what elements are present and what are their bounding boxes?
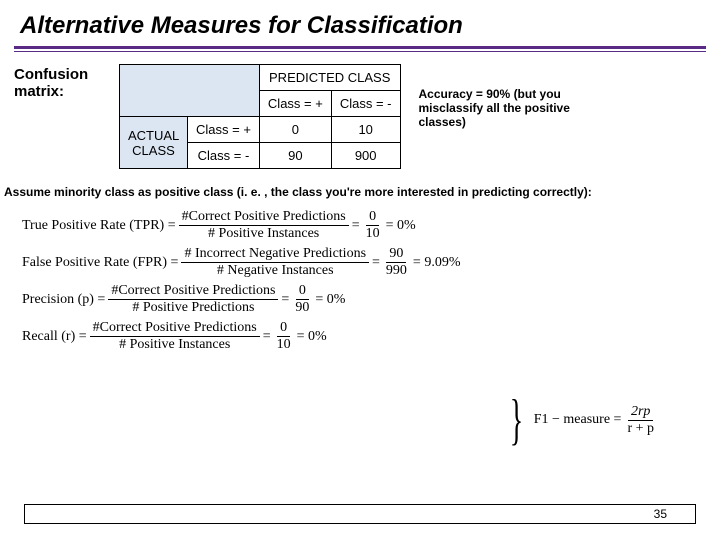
equations-block: True Positive Rate (TPR) = #Correct Posi…: [0, 205, 720, 361]
eq-fpr-label: False Positive Rate (FPR) =: [22, 255, 178, 271]
cm-predicted-header: PREDICTED CLASS: [259, 65, 400, 91]
eq-tpr: True Positive Rate (TPR) = #Correct Posi…: [22, 209, 710, 242]
cm-blank-corner: [120, 65, 260, 117]
brace-icon: }: [510, 402, 523, 438]
cm-actual-header: ACTUAL CLASS: [120, 117, 188, 169]
accuracy-note: Accuracy = 90% (but you misclassify all …: [419, 88, 594, 129]
eq-tpr-result: = 0%: [386, 218, 416, 234]
cm-cell-fp: 90: [259, 143, 331, 169]
eq-precision-label: Precision (p) =: [22, 292, 105, 308]
eq-recall-den2: 10: [274, 337, 294, 353]
eq-recall-result: = 0%: [297, 329, 327, 345]
eq-tpr-den2: 10: [363, 226, 383, 242]
title-divider-thick: [14, 46, 706, 49]
eq-recall: Recall (r) = #Correct Positive Predictio…: [22, 320, 710, 353]
confusion-matrix-table: PREDICTED CLASS Class = + Class = - ACTU…: [119, 64, 401, 169]
cm-row-header-pos: Class = +: [188, 117, 260, 143]
cm-cell-tp: 0: [259, 117, 331, 143]
page-number: 35: [654, 507, 667, 521]
eq-fpr-num1: # Incorrect Negative Predictions: [181, 246, 369, 263]
eq-precision: Precision (p) = #Correct Positive Predic…: [22, 283, 710, 316]
eq-fpr-result: = 9.09%: [413, 255, 461, 271]
footer-bar: 35: [24, 504, 696, 524]
eq-tpr-num2: 0: [366, 209, 379, 226]
eq-tpr-den1: # Positive Instances: [205, 226, 322, 242]
title-divider-thin: [14, 51, 706, 52]
eq-fpr-num2: 90: [386, 246, 406, 263]
cm-row-header-neg: Class = -: [188, 143, 260, 169]
eq-tpr-label: True Positive Rate (TPR) =: [22, 218, 176, 234]
eq-f1: } F1 − measure = 2rp r + p: [499, 402, 660, 438]
slide-title: Alternative Measures for Classification: [0, 0, 720, 46]
eq-tpr-num1: #Correct Positive Predictions: [179, 209, 349, 226]
eq-fpr: False Positive Rate (FPR) = # Incorrect …: [22, 246, 710, 279]
eq-f1-label: F1 − measure =: [534, 412, 622, 428]
cm-col-header-pos: Class = +: [259, 91, 331, 117]
eq-precision-den1: # Positive Predictions: [129, 300, 257, 316]
eq-recall-den1: # Positive Instances: [116, 337, 233, 353]
eq-recall-label: Recall (r) =: [22, 329, 87, 345]
assume-text: Assume minority class as positive class …: [0, 169, 720, 205]
eq-fpr-den1: # Negative Instances: [214, 263, 337, 279]
cm-col-header-neg: Class = -: [331, 91, 400, 117]
eq-precision-num1: #Correct Positive Predictions: [108, 283, 278, 300]
confusion-matrix-row: Confusion matrix: PREDICTED CLASS Class …: [0, 64, 720, 169]
confusion-matrix-label: Confusion matrix:: [14, 64, 119, 100]
eq-precision-num2: 0: [296, 283, 309, 300]
eq-f1-den: r + p: [624, 421, 657, 437]
eq-precision-result: = 0%: [315, 292, 345, 308]
eq-precision-den2: 90: [292, 300, 312, 316]
cm-cell-tn: 900: [331, 143, 400, 169]
cm-cell-fn: 10: [331, 117, 400, 143]
eq-recall-num1: #Correct Positive Predictions: [90, 320, 260, 337]
eq-f1-num: 2rp: [628, 404, 653, 421]
eq-fpr-den2: 990: [383, 263, 410, 279]
eq-recall-num2: 0: [277, 320, 290, 337]
